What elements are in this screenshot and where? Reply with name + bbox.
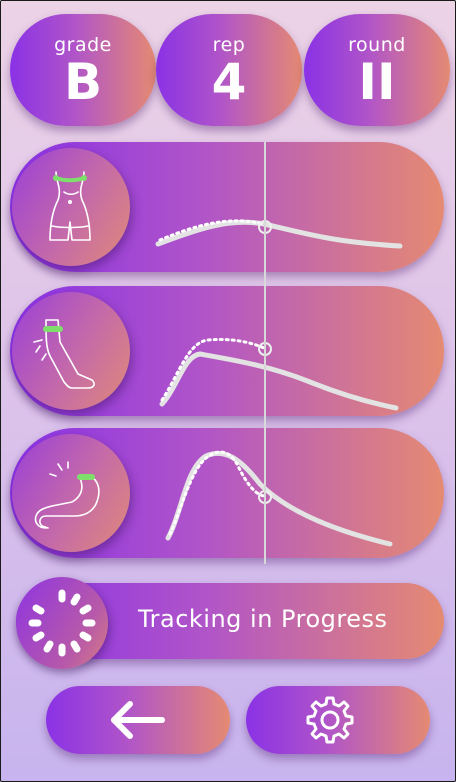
round-pill: round II bbox=[304, 14, 450, 126]
knee-tracking-row[interactable] bbox=[10, 286, 444, 416]
loading-spinner-icon bbox=[28, 589, 96, 657]
time-cursor-line bbox=[264, 142, 266, 564]
knee-motion-curve bbox=[159, 338, 399, 411]
arm-tracking-row[interactable] bbox=[10, 428, 444, 558]
rep-pill: rep 4 bbox=[156, 14, 302, 126]
settings-button[interactable] bbox=[246, 686, 430, 754]
tracking-status-text: Tracking in Progress bbox=[138, 605, 388, 633]
waist-tracking-row[interactable] bbox=[10, 142, 444, 272]
arm-motion-curve bbox=[165, 450, 393, 547]
round-value: II bbox=[358, 53, 396, 111]
waist-motion-curve bbox=[155, 219, 403, 249]
back-button[interactable] bbox=[46, 686, 230, 754]
tracking-status-bar: Tracking in Progress bbox=[16, 577, 444, 669]
spinner-circle bbox=[16, 577, 108, 669]
back-arrow-icon bbox=[111, 701, 165, 739]
grade-value: B bbox=[63, 53, 103, 111]
grade-pill: grade B bbox=[10, 14, 156, 126]
gear-icon bbox=[306, 696, 354, 744]
rep-value: 4 bbox=[211, 53, 247, 111]
